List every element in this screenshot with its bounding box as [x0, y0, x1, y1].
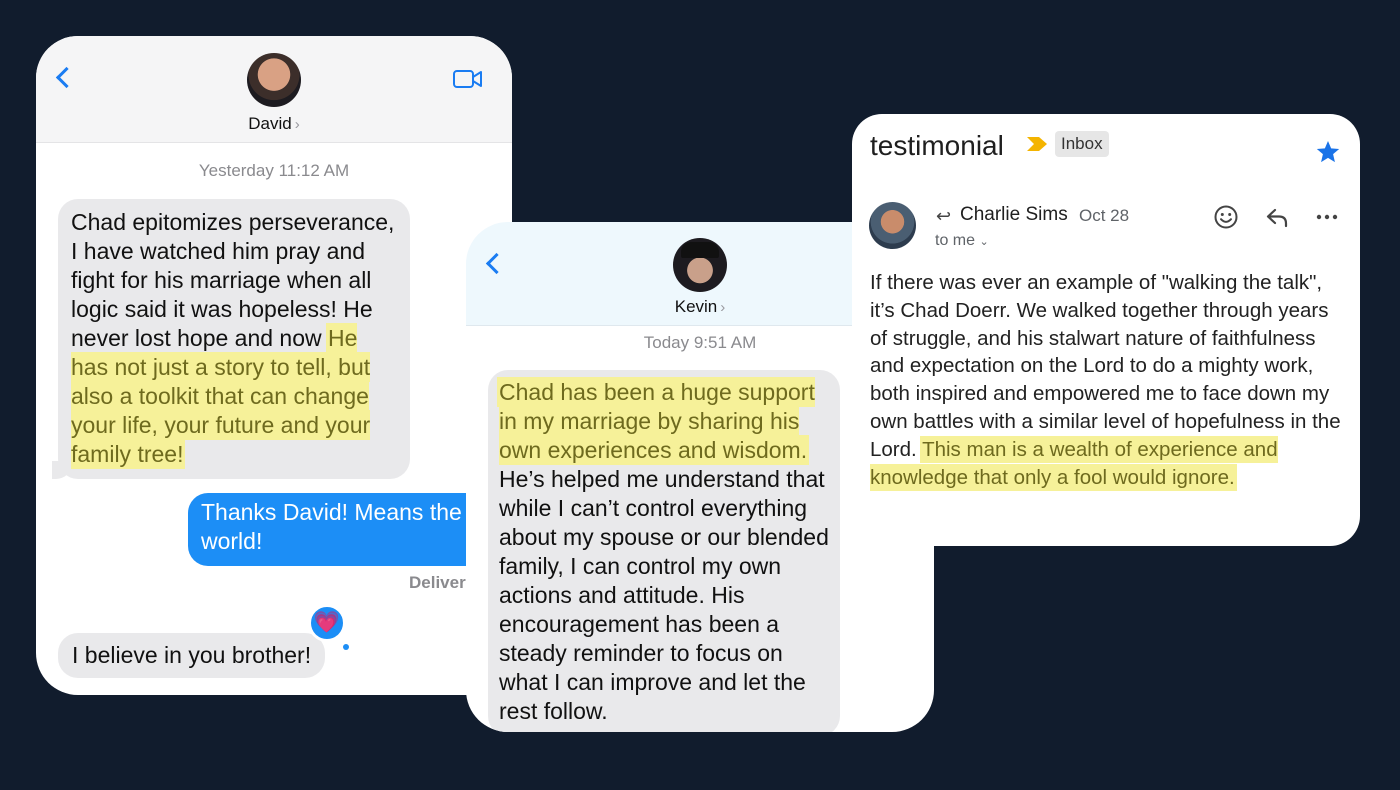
sender-name[interactable]: Charlie Sims — [960, 204, 1068, 226]
conversation-header: David › — [36, 36, 512, 143]
bubble-tail — [52, 461, 72, 479]
pilot-cap — [681, 242, 719, 258]
back-chevron-icon[interactable] — [485, 252, 508, 275]
avatar[interactable] — [869, 202, 916, 249]
importance-marker-icon[interactable] — [1026, 136, 1048, 152]
back-chevron-icon[interactable] — [55, 66, 78, 89]
received-message-bubble[interactable]: Chad has been a huge support in my marri… — [488, 370, 840, 732]
message-text: He’s helped me understand that while I c… — [499, 466, 829, 724]
avatar[interactable] — [247, 53, 301, 107]
video-call-icon[interactable] — [453, 69, 483, 89]
sent-message-bubble[interactable]: Thanks David! Means the world! — [188, 493, 512, 566]
david-message-card: David › Yesterday 11:12 AM Chad epitomize… — [36, 36, 512, 695]
recipient-dropdown[interactable]: to me ⌄ — [935, 232, 989, 250]
replied-icon: ↩ — [936, 206, 952, 226]
chevron-right-icon: › — [294, 116, 300, 133]
email-subject: testimonial — [870, 130, 1004, 161]
email-date: Oct 28 — [1079, 206, 1130, 225]
chevron-right-icon: › — [720, 299, 726, 316]
more-icon[interactable] — [1315, 206, 1339, 228]
heart-reaction-icon[interactable]: 💗 — [308, 604, 346, 642]
reply-icon[interactable] — [1265, 206, 1289, 228]
received-message-bubble[interactable]: I believe in you brother! — [58, 633, 326, 678]
email-body: If there was ever an example of "walking… — [870, 269, 1348, 491]
contact-name[interactable]: David › — [36, 114, 512, 134]
chevron-down-icon: ⌄ — [979, 236, 989, 248]
avatar[interactable] — [673, 238, 727, 292]
emoji-icon[interactable] — [1213, 204, 1239, 230]
email-card: testimonial Inbox ↩ Charlie Sims Oct 28 … — [852, 114, 1360, 546]
received-message-bubble[interactable]: Chad epitomizes perseverance, I have wat… — [52, 199, 410, 479]
body-text: If there was ever an example of "walking… — [870, 271, 1341, 461]
inbox-label[interactable]: Inbox — [1055, 131, 1109, 157]
highlighted-text: This man is a wealth of experience and k… — [870, 437, 1278, 489]
highlighted-text: Chad has been a huge support in my marri… — [499, 379, 815, 463]
star-icon[interactable] — [1315, 139, 1341, 165]
reaction-tail-dot — [343, 644, 349, 650]
message-timestamp: Yesterday 11:12 AM — [198, 161, 350, 180]
delivery-status: Deliver — [409, 573, 466, 592]
